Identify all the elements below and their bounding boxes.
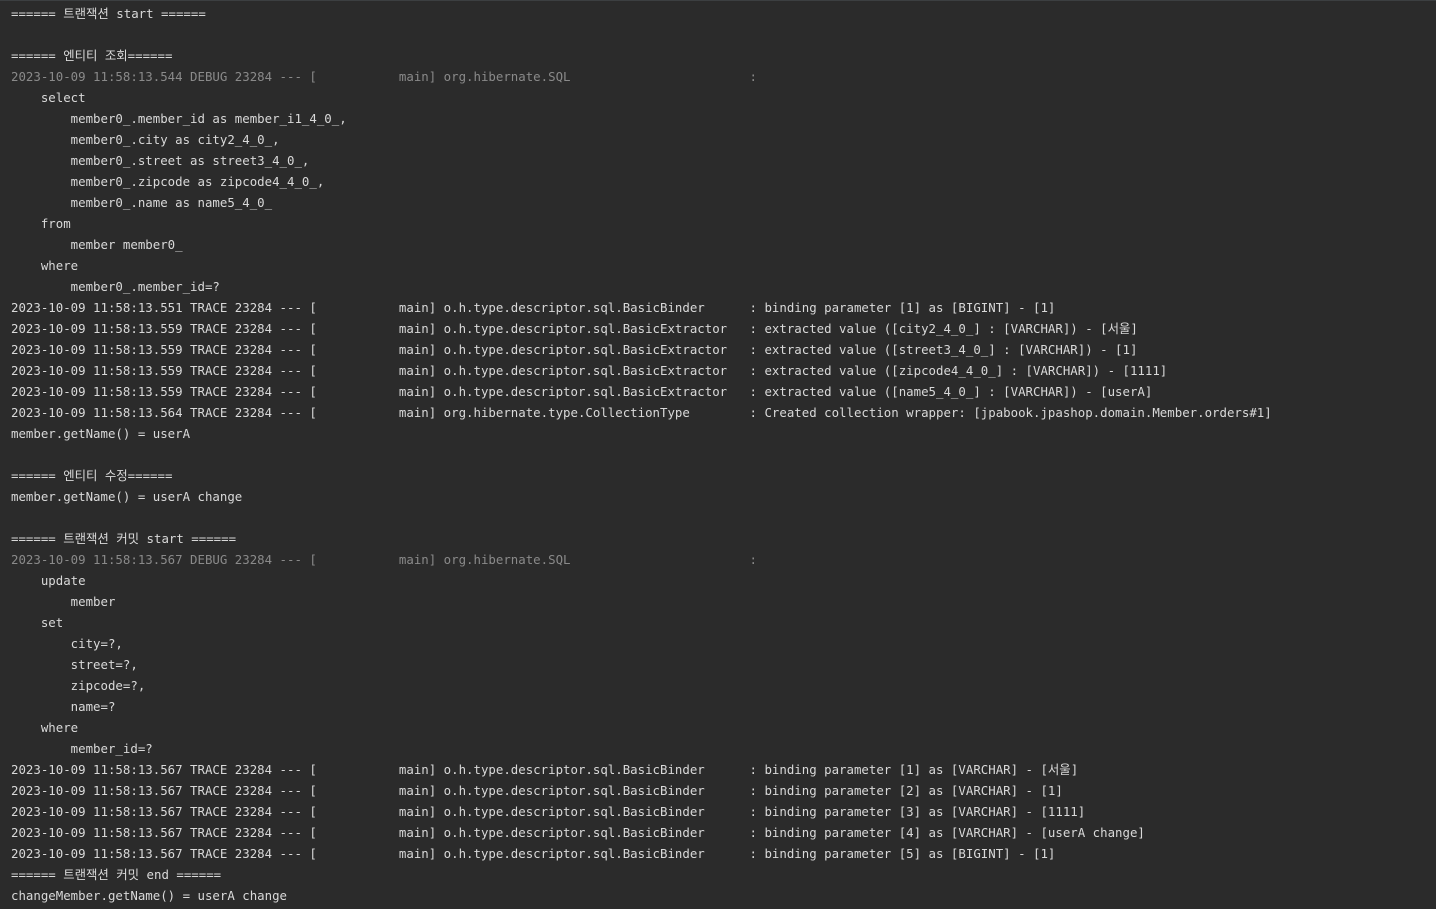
log-line: where	[11, 720, 79, 735]
log-line: 2023-10-09 11:58:13.559 TRACE 23284 --- …	[11, 321, 1138, 336]
log-line: ====== 엔티티 조회======	[11, 48, 173, 63]
log-line: 2023-10-09 11:58:13.567 TRACE 23284 --- …	[11, 783, 1063, 798]
log-line: 2023-10-09 11:58:13.567 TRACE 23284 --- …	[11, 762, 1079, 777]
log-line: 2023-10-09 11:58:13.559 TRACE 23284 --- …	[11, 363, 1168, 378]
log-line: 2023-10-09 11:58:13.567 DEBUG 23284 --- …	[11, 552, 765, 567]
log-line: member	[11, 594, 116, 609]
log-line: member0_.name as name5_4_0_	[11, 195, 273, 210]
log-line: where	[11, 258, 79, 273]
log-line: member0_.city as city2_4_0_,	[11, 132, 280, 147]
log-line: ====== 트랜잭션 start ======	[11, 6, 206, 21]
log-line: 2023-10-09 11:58:13.567 TRACE 23284 --- …	[11, 846, 1056, 861]
log-line: from	[11, 216, 71, 231]
log-line: set	[11, 615, 64, 630]
log-line: city=?,	[11, 636, 123, 651]
log-line: 2023-10-09 11:58:13.544 DEBUG 23284 --- …	[11, 69, 765, 84]
log-line: 2023-10-09 11:58:13.567 TRACE 23284 --- …	[11, 825, 1145, 840]
log-line: ====== 엔티티 수정======	[11, 468, 173, 483]
log-line: 2023-10-09 11:58:13.564 TRACE 23284 --- …	[11, 405, 1272, 420]
log-line: 2023-10-09 11:58:13.559 TRACE 23284 --- …	[11, 384, 1153, 399]
log-line: member0_.street as street3_4_0_,	[11, 153, 310, 168]
log-line: update	[11, 573, 86, 588]
log-line: ====== 트랜잭션 커밋 end ======	[11, 867, 222, 882]
log-line: member0_.member_id=?	[11, 279, 220, 294]
log-line: street=?,	[11, 657, 138, 672]
log-line: member0_.zipcode as zipcode4_4_0_,	[11, 174, 325, 189]
log-line: changeMember.getName() = userA change	[11, 888, 288, 903]
log-line: zipcode=?,	[11, 678, 146, 693]
log-line: member.getName() = userA change	[11, 489, 243, 504]
log-line: member.getName() = userA	[11, 426, 191, 441]
log-line: member member0_	[11, 237, 183, 252]
log-line: 2023-10-09 11:58:13.559 TRACE 23284 --- …	[11, 342, 1138, 357]
log-line: select	[11, 90, 86, 105]
log-line: member_id=?	[11, 741, 153, 756]
log-line: member0_.member_id as member_i1_4_0_,	[11, 111, 347, 126]
log-line: name=?	[11, 699, 116, 714]
log-line: ====== 트랜잭션 커밋 start ======	[11, 531, 237, 546]
log-line: 2023-10-09 11:58:13.567 TRACE 23284 --- …	[11, 804, 1086, 819]
log-line: 2023-10-09 11:58:13.551 TRACE 23284 --- …	[11, 300, 1056, 315]
console-output[interactable]: ====== 트랜잭션 start ====== ====== 엔티티 조회===…	[0, 0, 1436, 909]
